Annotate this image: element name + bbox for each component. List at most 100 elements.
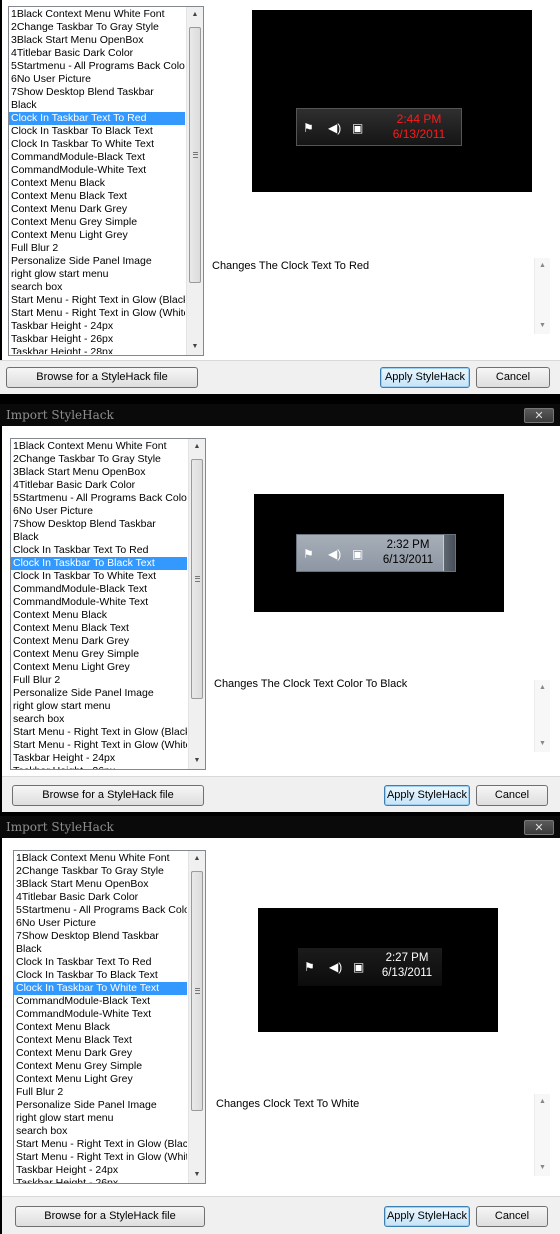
list-item[interactable]: 5Startmenu - All Programs Back Color	[11, 492, 187, 505]
stylehack-listbox[interactable]: 1Black Context Menu White Font 2Change Ta…	[8, 6, 204, 356]
description-scrollbar[interactable]: ▲ ▼	[534, 258, 550, 334]
list-item[interactable]: Full Blur 2	[11, 674, 187, 687]
stylehack-listbox[interactable]: 1Black Context Menu White Font 2Change Ta…	[10, 438, 206, 770]
list-item[interactable]: CommandModule-Black Text	[14, 995, 187, 1008]
browse-button[interactable]: Browse for a StyleHack file	[12, 785, 204, 806]
scroll-down-arrow-icon[interactable]: ▼	[535, 1160, 550, 1176]
list-item[interactable]: 1Black Context Menu White Font	[11, 440, 187, 453]
list-item[interactable]: 6No User Picture	[14, 917, 187, 930]
cancel-button[interactable]: Cancel	[476, 1206, 548, 1227]
list-item[interactable]: Context Menu Black Text	[9, 190, 185, 203]
list-item[interactable]: 5Startmenu - All Programs Back Color	[9, 60, 185, 73]
list-item[interactable]: right glow start menu	[11, 700, 187, 713]
list-item[interactable]: Clock In Taskbar To White Text	[11, 570, 187, 583]
list-item[interactable]: Start Menu - Right Text in Glow (White)	[14, 1151, 187, 1164]
browse-button[interactable]: Browse for a StyleHack file	[6, 367, 198, 388]
listbox-scrollbar[interactable]: ▲ ▼	[186, 7, 203, 355]
list-item[interactable]: 2Change Taskbar To Gray Style	[9, 21, 185, 34]
list-item[interactable]: 4Titlebar Basic Dark Color	[11, 479, 187, 492]
list-item[interactable]: 3Black Start Menu OpenBox	[11, 466, 187, 479]
listbox-scrollbar[interactable]: ▲ ▼	[188, 439, 205, 769]
list-item[interactable]: Context Menu Black	[14, 1021, 187, 1034]
list-item[interactable]: 7Show Desktop Blend Taskbar	[14, 930, 187, 943]
list-item[interactable]: 1Black Context Menu White Font	[9, 8, 185, 21]
scroll-down-arrow-icon[interactable]: ▼	[535, 736, 550, 752]
list-item[interactable]: Clock In Taskbar Text To Red	[9, 112, 185, 125]
list-item[interactable]: Context Menu Grey Simple	[11, 648, 187, 661]
list-item[interactable]: Personalize Side Panel Image	[11, 687, 187, 700]
apply-button[interactable]: Apply StyleHack	[384, 1206, 470, 1227]
list-item[interactable]: Start Menu - Right Text in Glow (Black)	[11, 726, 187, 739]
list-item[interactable]: 1Black Context Menu White Font	[14, 852, 187, 865]
window-titlebar[interactable]: Import StyleHack ✕	[0, 816, 560, 838]
scroll-up-arrow-icon[interactable]: ▲	[535, 1094, 550, 1110]
list-item[interactable]: Clock In Taskbar To Black Text	[11, 557, 187, 570]
browse-button[interactable]: Browse for a StyleHack file	[15, 1206, 205, 1227]
scroll-up-arrow-icon[interactable]: ▲	[189, 439, 205, 455]
list-item[interactable]: CommandModule-White Text	[14, 1008, 187, 1021]
scroll-down-arrow-icon[interactable]: ▼	[189, 753, 205, 769]
scrollbar-thumb[interactable]	[191, 459, 203, 699]
list-item[interactable]: Taskbar Height - 26px	[11, 765, 187, 769]
list-item[interactable]: Full Blur 2	[14, 1086, 187, 1099]
list-item[interactable]: Context Menu Dark Grey	[9, 203, 185, 216]
scroll-down-arrow-icon[interactable]: ▼	[187, 339, 203, 355]
apply-button[interactable]: Apply StyleHack	[384, 785, 470, 806]
list-item[interactable]: Context Menu Black	[9, 177, 185, 190]
list-item[interactable]: Start Menu - Right Text in Glow (Black)	[9, 294, 185, 307]
cancel-button[interactable]: Cancel	[476, 785, 548, 806]
list-item[interactable]: CommandModule-Black Text	[11, 583, 187, 596]
cancel-button[interactable]: Cancel	[476, 367, 550, 388]
list-item[interactable]: CommandModule-Black Text	[9, 151, 185, 164]
list-item[interactable]: Black	[11, 531, 187, 544]
list-item[interactable]: Start Menu - Right Text in Glow (Black)	[14, 1138, 187, 1151]
list-item[interactable]: Context Menu Dark Grey	[14, 1047, 187, 1060]
close-icon[interactable]: ✕	[524, 408, 554, 423]
list-item[interactable]: Context Menu Grey Simple	[9, 216, 185, 229]
list-item[interactable]: Personalize Side Panel Image	[9, 255, 185, 268]
list-item[interactable]: Taskbar Height - 26px	[14, 1177, 187, 1183]
list-item[interactable]: right glow start menu	[14, 1112, 187, 1125]
close-icon[interactable]: ✕	[524, 820, 554, 835]
window-titlebar[interactable]: Import StyleHack ✕	[0, 404, 560, 426]
list-item[interactable]: 7Show Desktop Blend Taskbar	[9, 86, 185, 99]
scroll-up-arrow-icon[interactable]: ▲	[189, 851, 205, 867]
list-item[interactable]: search box	[11, 713, 187, 726]
list-item[interactable]: Taskbar Height - 24px	[14, 1164, 187, 1177]
list-item[interactable]: Start Menu - Right Text in Glow (White)	[9, 307, 185, 320]
stylehack-listbox[interactable]: 1Black Context Menu White Font 2Change Ta…	[13, 850, 206, 1184]
listbox-scrollbar[interactable]: ▲ ▼	[188, 851, 205, 1183]
list-item[interactable]: 3Black Start Menu OpenBox	[14, 878, 187, 891]
list-item[interactable]: Black	[14, 943, 187, 956]
description-scrollbar[interactable]: ▲ ▼	[534, 680, 550, 752]
list-item[interactable]: Start Menu - Right Text in Glow (White)	[11, 739, 187, 752]
list-item[interactable]: search box	[14, 1125, 187, 1138]
list-item[interactable]: Personalize Side Panel Image	[14, 1099, 187, 1112]
scroll-up-arrow-icon[interactable]: ▲	[187, 7, 203, 23]
list-item[interactable]: Context Menu Black Text	[14, 1034, 187, 1047]
list-item[interactable]: Black	[9, 99, 185, 112]
list-item[interactable]: 2Change Taskbar To Gray Style	[14, 865, 187, 878]
list-item[interactable]: 6No User Picture	[9, 73, 185, 86]
list-item[interactable]: Context Menu Light Grey	[14, 1073, 187, 1086]
list-item[interactable]: Taskbar Height - 24px	[11, 752, 187, 765]
list-item[interactable]: Clock In Taskbar To White Text	[9, 138, 185, 151]
scrollbar-thumb[interactable]	[191, 871, 203, 1111]
list-item[interactable]: 4Titlebar Basic Dark Color	[9, 47, 185, 60]
list-item[interactable]: Clock In Taskbar To Black Text	[14, 969, 187, 982]
list-item[interactable]: Clock In Taskbar To White Text	[14, 982, 187, 995]
list-item[interactable]: search box	[9, 281, 185, 294]
list-item[interactable]: 7Show Desktop Blend Taskbar	[11, 518, 187, 531]
list-item[interactable]: Context Menu Light Grey	[9, 229, 185, 242]
scroll-up-arrow-icon[interactable]: ▲	[535, 258, 550, 274]
list-item[interactable]: 6No User Picture	[11, 505, 187, 518]
list-item[interactable]: Taskbar Height - 28px	[9, 346, 185, 354]
list-item[interactable]: 5Startmenu - All Programs Back Color	[14, 904, 187, 917]
list-item[interactable]: Context Menu Black Text	[11, 622, 187, 635]
list-item[interactable]: CommandModule-White Text	[11, 596, 187, 609]
list-item[interactable]: Taskbar Height - 26px	[9, 333, 185, 346]
list-item[interactable]: 4Titlebar Basic Dark Color	[14, 891, 187, 904]
list-item[interactable]: Full Blur 2	[9, 242, 185, 255]
description-scrollbar[interactable]: ▲ ▼	[534, 1094, 550, 1176]
scroll-down-arrow-icon[interactable]: ▼	[189, 1167, 205, 1183]
